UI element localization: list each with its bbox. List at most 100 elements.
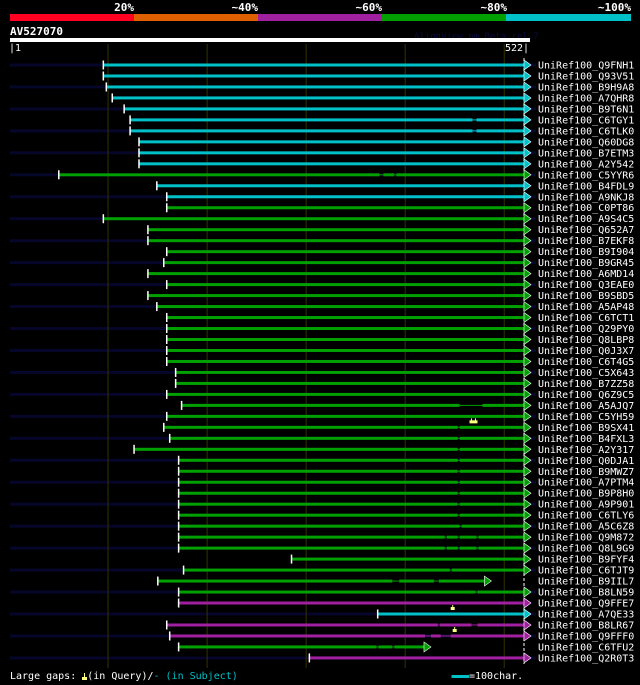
hit-label[interactable]: UniRef100_Q9FFE7 [538,599,634,610]
hit-label[interactable]: UniRef100_C6TGY1 [538,115,634,126]
hit-start-tick [308,653,311,663]
subject-gap [444,547,447,549]
hit-end-arrow-icon [523,432,532,444]
hit-start-tick [177,455,180,465]
hit-label[interactable]: UniRef100_C6T4G5 [538,357,634,368]
hit-segment [178,480,458,484]
hit-label[interactable]: UniRef100_A9NKJ8 [538,192,634,203]
hit-label[interactable]: UniRef100_B7ZZ58 [538,379,634,390]
hit-segment [166,250,526,254]
hit-label[interactable]: UniRef100_B9IIL7 [538,577,634,588]
hit-label[interactable]: UniRef100_Q9FNH1 [538,61,634,72]
hit-start-tick [147,269,149,279]
hit-segment [178,469,458,473]
subject-gap [424,635,431,637]
hit-segment [129,129,473,133]
hit-label[interactable]: UniRef100_C5YH59 [538,412,634,423]
hit-label[interactable]: UniRef100_B4FXL3 [538,434,634,445]
hit-segment [175,381,526,385]
hit-label[interactable]: UniRef100_Q6Z9C5 [538,390,634,401]
hit-label[interactable]: UniRef100_C6TFU2 [538,642,634,653]
hit-label[interactable]: UniRef100_Q652A7 [538,225,634,236]
hit-label[interactable]: UniRef100_A7QHR8 [538,93,634,104]
hit-segment [156,184,526,188]
hit-label[interactable]: UniRef100_B9T6N1 [538,104,634,115]
hit-label[interactable]: UniRef100_B8LR67 [538,620,634,631]
hit-label[interactable]: UniRef100_Q29PY0 [538,324,634,335]
hit-end-arrow-icon [523,158,532,170]
hit-label[interactable]: UniRef100_B9SBD5 [538,291,634,302]
query-gap-marker-icon [82,673,88,680]
hit-start-tick [165,335,168,344]
hit-label[interactable]: UniRef100_B9GR45 [538,258,634,269]
hit-label[interactable]: UniRef100_Q9FFF0 [538,631,634,642]
hit-label[interactable]: UniRef100_A7PTM4 [538,478,634,489]
hit-label[interactable]: UniRef100_Q8LBP8 [538,335,634,346]
hit-label[interactable]: UniRef100_C6TJT9 [538,566,634,577]
hit-end-arrow-icon [523,114,532,126]
hit-segment [178,491,458,495]
hit-start-tick [165,247,168,257]
hit-start-tick [165,313,168,323]
hit-label[interactable]: UniRef100_C0PT86 [538,203,634,214]
hit-label[interactable]: UniRef100_B7ETM3 [538,148,634,159]
hit-label[interactable]: UniRef100_Q60DG8 [538,137,634,148]
hit-end-arrow-icon [523,257,532,269]
hit-label[interactable]: UniRef100_B4FDL9 [538,181,634,192]
hit-label[interactable]: UniRef100_A2Y317 [538,445,634,456]
hit-label[interactable]: UniRef100_Q0DJA1 [538,456,634,467]
hit-end-arrow-icon [523,520,532,532]
subject-gap [472,119,477,121]
hit-label[interactable]: UniRef100_B7EKF8 [538,236,634,247]
hit-label[interactable]: UniRef100_B9P8H0 [538,489,634,500]
hit-label[interactable]: UniRef100_A9P901 [538,500,634,511]
hit-end-arrow-icon [523,597,532,609]
hit-label[interactable]: UniRef100_C6TCT1 [538,313,634,324]
hit-label[interactable]: UniRef100_A6MD14 [538,269,634,280]
hit-label[interactable]: UniRef100_C5YYR6 [538,170,634,181]
query-gap-marker-icon [450,607,455,611]
hit-start-tick [168,433,171,443]
hit-end-arrow-icon [523,377,532,390]
hit-segment [459,458,526,462]
subject-gap [457,536,460,538]
hit-end-arrow-icon [523,498,532,510]
hit-start-tick [133,444,135,454]
hit-label[interactable]: UniRef100_B8LN59 [538,588,634,599]
hit-label[interactable]: UniRef100_A9S4C5 [538,214,634,225]
hit-label[interactable]: UniRef100_Q2R0T3 [538,653,634,664]
hit-label[interactable]: UniRef100_A5AP48 [538,302,634,313]
hit-end-arrow-icon [523,630,532,642]
hit-label[interactable]: UniRef100_C6TLK0 [538,126,634,137]
hit-start-tick [58,170,60,180]
hit-segment [477,623,526,627]
hit-segment [178,546,445,550]
hit-label[interactable]: UniRef100_C5X643 [538,368,634,379]
hit-label[interactable]: UniRef100_B9SX41 [538,423,634,434]
hit-segment [461,524,526,528]
hit-label[interactable]: UniRef100_B9MWZ7 [538,467,634,478]
hit-label[interactable]: UniRef100_B9FYF4 [538,555,634,566]
hit-label[interactable]: UniRef100_A2Y542 [538,159,634,170]
hit-start-tick [182,565,185,575]
hit-label[interactable]: UniRef100_A5C6Z8 [538,522,634,533]
hit-label[interactable]: UniRef100_A5AJQ7 [538,401,634,412]
hit-label[interactable]: UniRef100_A7QE33 [538,610,634,621]
hit-label[interactable]: UniRef100_Q0J3X7 [538,346,634,357]
hit-label[interactable]: UniRef100_Q9M872 [538,533,634,544]
hit-segment [106,85,527,89]
hit-label[interactable]: UniRef100_Q93V51 [538,71,634,82]
hit-start-tick [165,324,168,334]
hit-end-arrow-icon [523,169,532,181]
hit-label[interactable]: UniRef100_B9H9A8 [538,82,634,93]
hit-end-arrow-icon [523,125,532,137]
hit-segment [394,645,426,649]
subject-gap [457,503,460,505]
hit-segment [459,491,526,495]
hit-label[interactable]: UniRef100_Q3EAE0 [538,280,634,291]
hit-end-arrow-icon [484,575,492,587]
hit-segment [459,447,526,451]
hit-label[interactable]: UniRef100_B9I904 [538,247,634,258]
hit-label[interactable]: UniRef100_C6TLY6 [538,511,634,522]
hit-label[interactable]: UniRef100_Q8L9G9 [538,544,634,555]
